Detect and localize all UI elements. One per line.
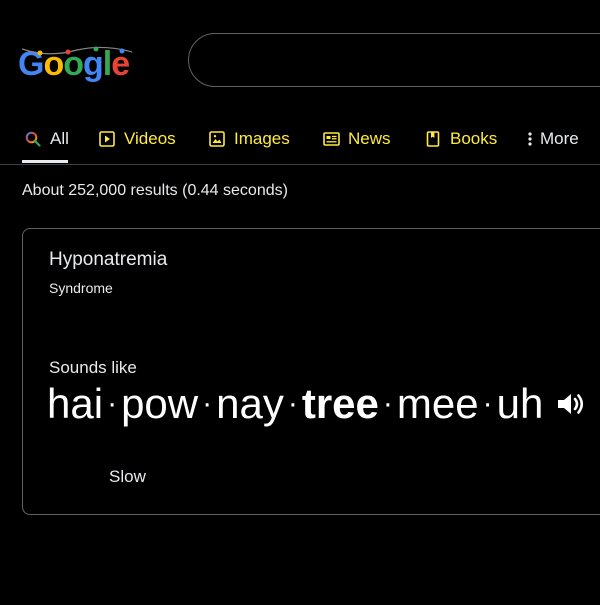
phonetic-spelling: hai · pow · nay · tree · mee · uh <box>47 376 585 432</box>
tab-books[interactable]: Books <box>424 128 497 150</box>
syllable: pow <box>121 380 199 427</box>
syllable: uh <box>496 380 544 427</box>
speaker-icon[interactable] <box>555 389 585 419</box>
active-tab-indicator <box>22 160 68 163</box>
search-results-page: Google All Videos Images News Books More… <box>0 0 600 605</box>
syllable-separator: · <box>382 387 393 420</box>
word-category: Syndrome <box>49 280 113 296</box>
tab-label: All <box>50 129 69 148</box>
tab-images[interactable]: Images <box>208 128 290 150</box>
search-box[interactable] <box>188 33 600 87</box>
book-icon <box>424 130 442 148</box>
syllable: nay <box>216 380 284 427</box>
syllable-separator: · <box>202 387 213 420</box>
word-title: Hyponatremia <box>49 249 168 270</box>
tab-label: More <box>540 129 579 148</box>
tab-more[interactable]: More <box>526 128 579 150</box>
syllable-separator: · <box>482 387 493 420</box>
syllable: mee <box>396 380 479 427</box>
syllable-separator: · <box>107 387 118 420</box>
result-stats: About 252,000 results (0.44 seconds) <box>22 182 288 199</box>
more-vertical-icon <box>526 130 534 148</box>
search-input[interactable] <box>211 48 595 74</box>
tab-label: News <box>348 129 391 148</box>
play-icon <box>98 130 116 148</box>
sounds-like-label: Sounds like <box>49 358 137 377</box>
image-icon <box>208 130 226 148</box>
tab-label: Books <box>450 129 498 148</box>
search-icon <box>24 130 42 148</box>
syllable-separator: · <box>287 387 298 420</box>
slow-button[interactable]: Slow <box>109 467 146 487</box>
newspaper-icon <box>322 130 340 148</box>
tab-label: Images <box>234 129 290 148</box>
tab-news[interactable]: News <box>322 128 391 150</box>
string-lights-decoration <box>22 46 132 56</box>
tab-all[interactable]: All <box>24 128 69 150</box>
tab-videos[interactable]: Videos <box>98 128 176 150</box>
tab-label: Videos <box>124 129 176 148</box>
search-tabs: All Videos Images News Books More <box>0 118 600 164</box>
tabs-divider <box>0 164 600 165</box>
stressed-syllable: tree <box>301 380 379 427</box>
syllable: hai <box>47 380 104 427</box>
pronunciation-card: Hyponatremia Syndrome Sounds like hai · … <box>22 228 600 515</box>
